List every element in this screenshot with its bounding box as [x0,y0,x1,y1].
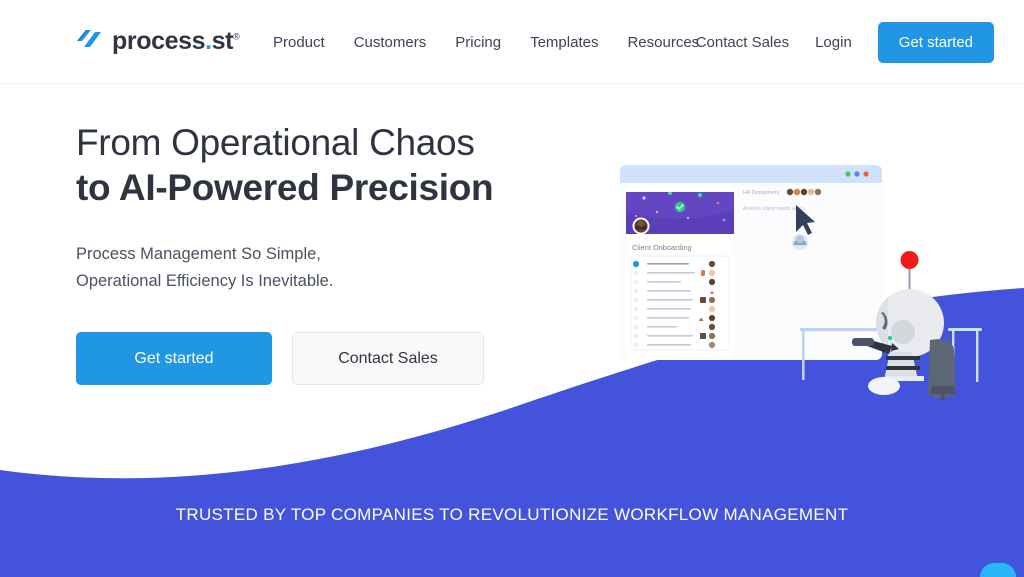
robot-antenna-light [900,251,919,269]
hero-subheadline: Process Management So Simple, Operationa… [76,241,493,295]
contact-sales-link[interactable]: Contact Sales [696,34,789,51]
logo-registered-mark: ® [233,31,240,42]
header-actions: Contact Sales Login Get started [696,22,994,63]
nav-item-product[interactable]: Product [273,33,325,53]
hero-contact-sales-button[interactable]: Contact Sales [292,332,484,385]
trusted-banner: TRUSTED BY TOP COMPANIES TO REVOLUTIONIZ… [0,505,1024,525]
logo-word: process [112,26,206,55]
trusted-banner-text: TRUSTED BY TOP COMPANIES TO REVOLUTIONIZ… [175,505,849,524]
app-breadcrumb: HR Department [743,190,780,196]
hero-get-started-button[interactable]: Get started [76,332,272,385]
hero-section: From Operational Chaos to AI-Powered Pre… [76,120,494,385]
nav-item-resources[interactable]: Resources [627,33,699,53]
main-navigation: Product Customers Pricing Templates Reso… [273,33,699,53]
app-task-text: Analyse client needs and c [743,206,805,212]
hero-headline: From Operational Chaos to AI-Powered Pre… [76,120,494,210]
window-dot-blue [854,171,860,177]
process-st-logo-icon [77,30,101,47]
hero-headline-line1: From Operational Chaos [76,122,475,163]
hero-headline-line2: to AI-Powered Precision [76,167,494,208]
nav-item-templates[interactable]: Templates [530,33,598,53]
chat-widget-button[interactable] [980,563,1016,577]
window-dot-green [845,171,851,177]
nav-item-customers[interactable]: Customers [354,33,427,53]
logo-text: process.st® [112,26,240,55]
hero-sub-line2: Operational Efficiency Is Inevitable. [76,272,334,290]
hero-cta-row: Get started Contact Sales [76,332,493,385]
site-header: process.st® Product Customers Pricing Te… [0,0,1024,84]
hero-illustration: Client Onboarding HR Department Analyse … [620,165,982,400]
landing-page: process.st® Product Customers Pricing Te… [0,0,1024,577]
logo[interactable]: process.st® [75,26,240,55]
app-sidebar-title: Client Onboarding [632,243,692,252]
header-get-started-button[interactable]: Get started [877,22,994,63]
hero-sub-line1: Process Management So Simple, [76,245,321,263]
nav-item-pricing[interactable]: Pricing [455,33,501,53]
login-link[interactable]: Login [815,34,852,51]
logo-suffix: st [211,26,234,55]
window-dot-red [863,171,869,177]
